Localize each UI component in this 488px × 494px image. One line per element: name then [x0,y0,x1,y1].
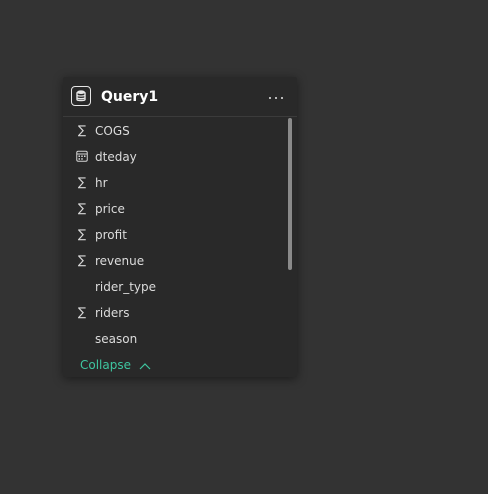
canvas: Query1 ∑ COGS dteday ∑ hr ∑ price ∑ prof… [0,0,488,494]
field-label: revenue [95,254,145,268]
field-item-price[interactable]: ∑ price [63,196,289,222]
collapse-button[interactable]: Collapse [80,354,151,372]
field-item-revenue[interactable]: ∑ revenue [63,248,289,274]
sigma-icon: ∑ [77,227,87,241]
field-item-riders[interactable]: ∑ riders [63,300,289,326]
more-options-button[interactable] [265,89,289,105]
card-title: Query1 [101,89,159,105]
field-label: hr [95,176,108,190]
sigma-icon: ∑ [77,175,87,189]
calendar-icon [76,149,88,163]
field-item-rider-type[interactable]: rider_type [63,274,289,300]
field-item-dteday[interactable]: dteday [63,144,289,170]
field-label: COGS [95,124,130,138]
chevron-up-icon [139,363,151,370]
field-list: ∑ COGS dteday ∑ hr ∑ price ∑ profit ∑ re… [63,118,297,348]
field-label: price [95,202,125,216]
field-label: season [95,332,138,346]
field-item-season[interactable]: season [63,326,289,352]
scrollbar-thumb[interactable] [288,118,292,270]
more-options-icon [269,97,271,99]
collapse-label: Collapse [80,358,131,372]
field-label: rider_type [95,280,157,294]
table-database-icon [71,86,91,106]
sigma-icon: ∑ [77,123,87,137]
field-item-cogs[interactable]: ∑ COGS [63,118,289,144]
sigma-icon: ∑ [77,253,87,267]
card-header: Query1 [63,77,297,117]
table-card[interactable]: Query1 ∑ COGS dteday ∑ hr ∑ price ∑ prof… [63,77,297,377]
field-item-profit[interactable]: ∑ profit [63,222,289,248]
field-label: profit [95,228,127,242]
sigma-icon: ∑ [77,305,87,319]
more-options-icon-dot [275,97,277,99]
field-label: dteday [95,150,137,164]
field-item-hr[interactable]: ∑ hr [63,170,289,196]
more-options-icon-dot [281,97,283,99]
field-label: riders [95,306,130,320]
sigma-icon: ∑ [77,201,87,215]
